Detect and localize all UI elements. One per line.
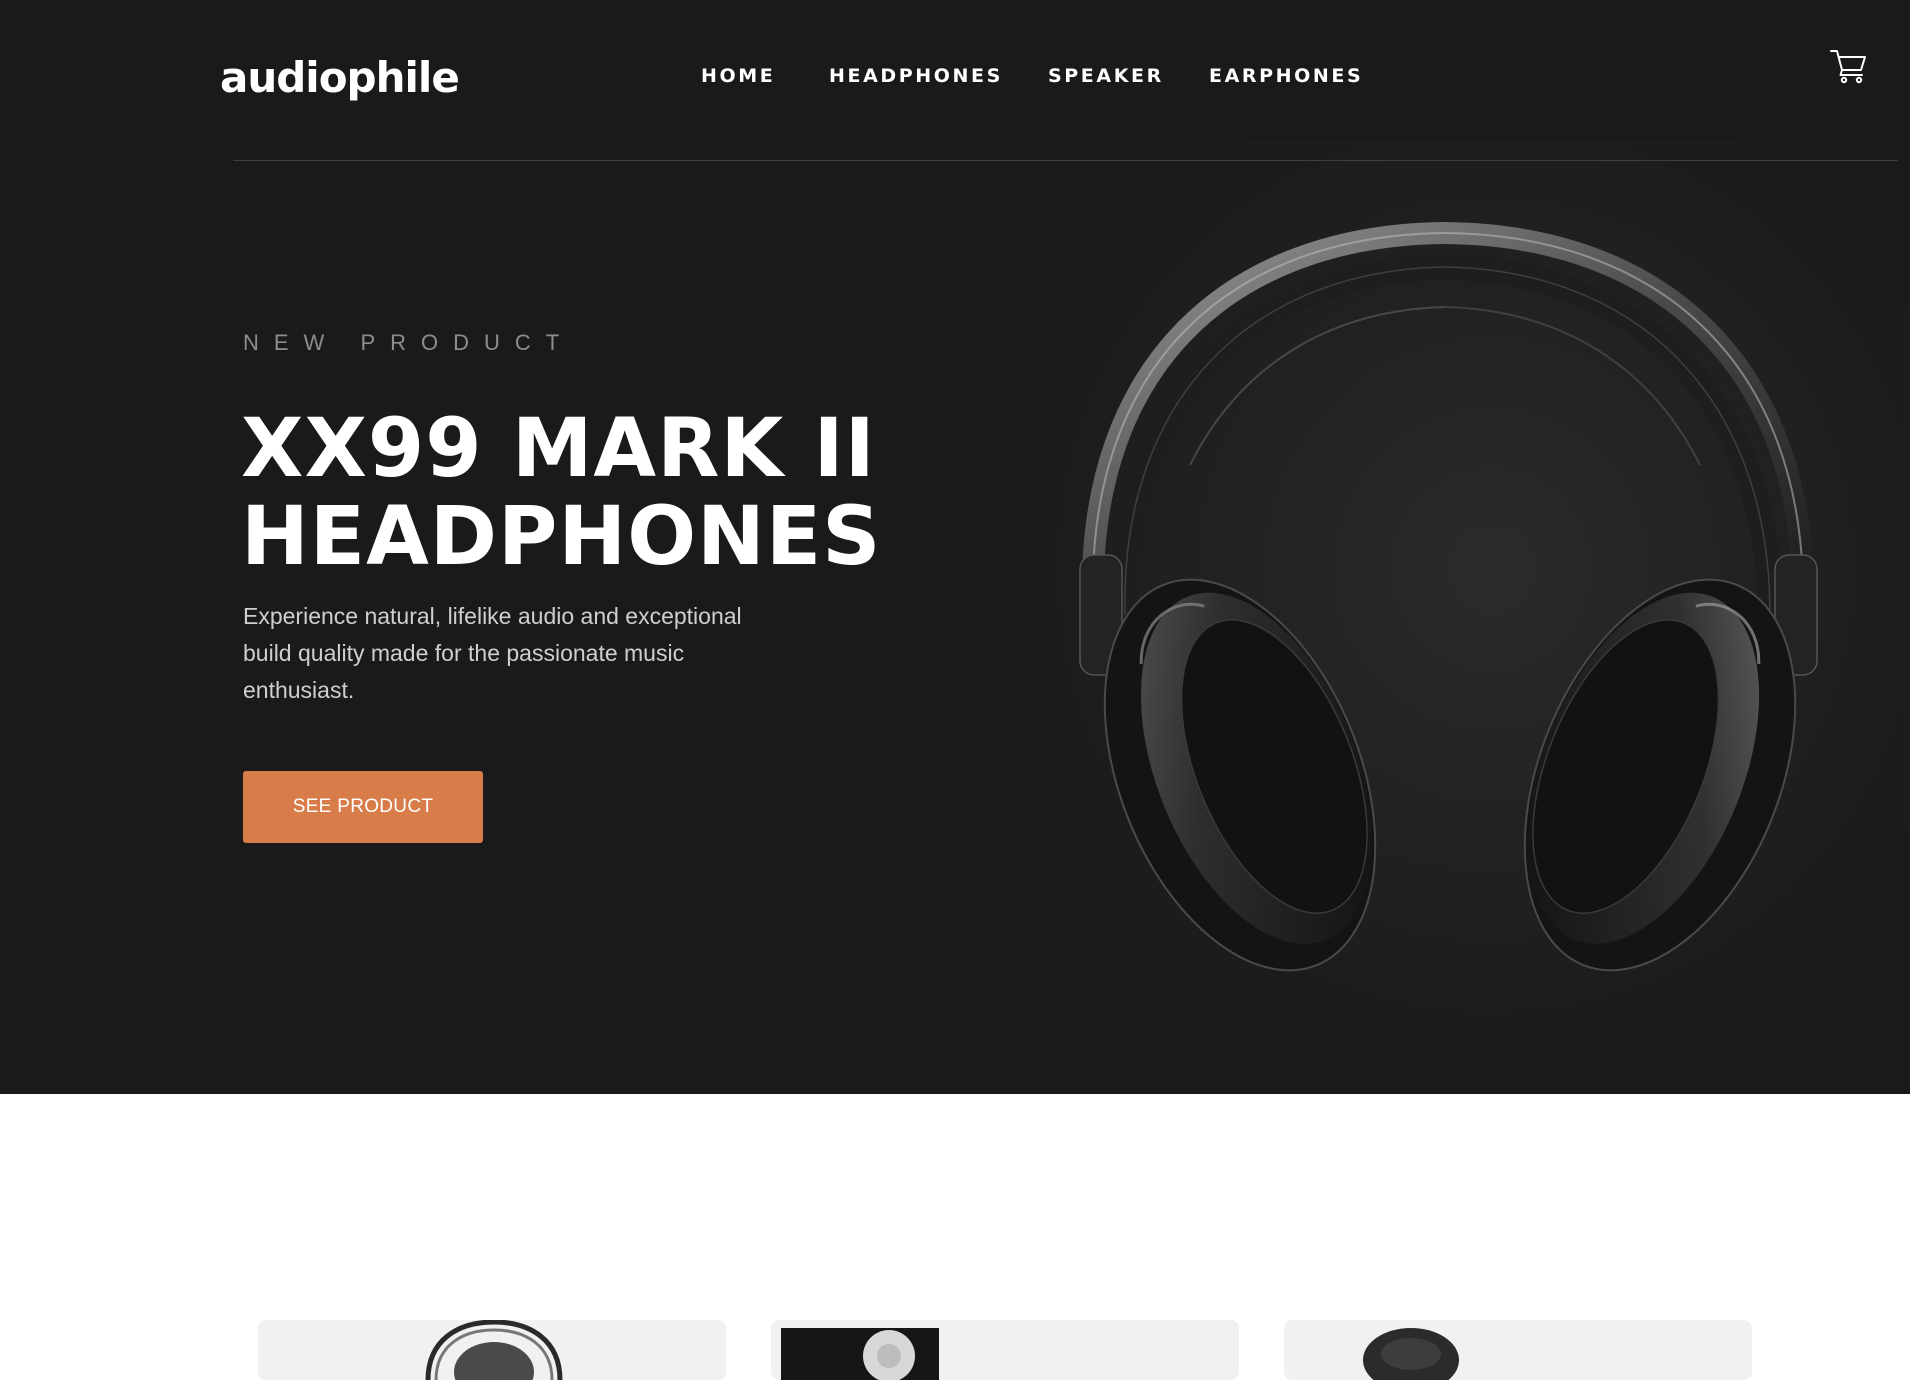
nav-speaker[interactable]: SPEAKER: [1048, 60, 1164, 92]
headphones-image: [1070, 215, 1830, 1015]
speaker-thumbnail: [781, 1328, 939, 1380]
hero-title: XX99 MARK II HEADPHONES: [241, 405, 882, 581]
nav-headphones[interactable]: HEADPHONES: [829, 60, 1003, 92]
earphones-thumbnail: [1363, 1328, 1459, 1380]
category-card-earphones[interactable]: [1284, 1320, 1752, 1380]
nav-earphones[interactable]: EARPHONES: [1209, 60, 1363, 92]
category-card-speakers[interactable]: [771, 1320, 1239, 1380]
category-card-headphones[interactable]: [258, 1320, 726, 1380]
hero-description: Experience natural, lifelike audio and e…: [243, 603, 742, 703]
headphones-thumbnail: [425, 1320, 563, 1380]
hero-section: audiophile HOME HEADPHONES SPEAKER EARPH…: [0, 0, 1910, 1094]
header-divider: [233, 160, 1898, 161]
hero-title-line-2: HEADPHONES: [241, 490, 882, 584]
nav-home[interactable]: HOME: [701, 60, 775, 92]
hero-overline: NEW PRODUCT: [243, 330, 575, 355]
hero-title-line-1: XX99 MARK II: [241, 402, 876, 496]
logo[interactable]: audiophile: [220, 50, 460, 106]
see-product-button[interactable]: SEE PRODUCT: [243, 771, 483, 843]
cart-icon[interactable]: [1830, 48, 1868, 84]
